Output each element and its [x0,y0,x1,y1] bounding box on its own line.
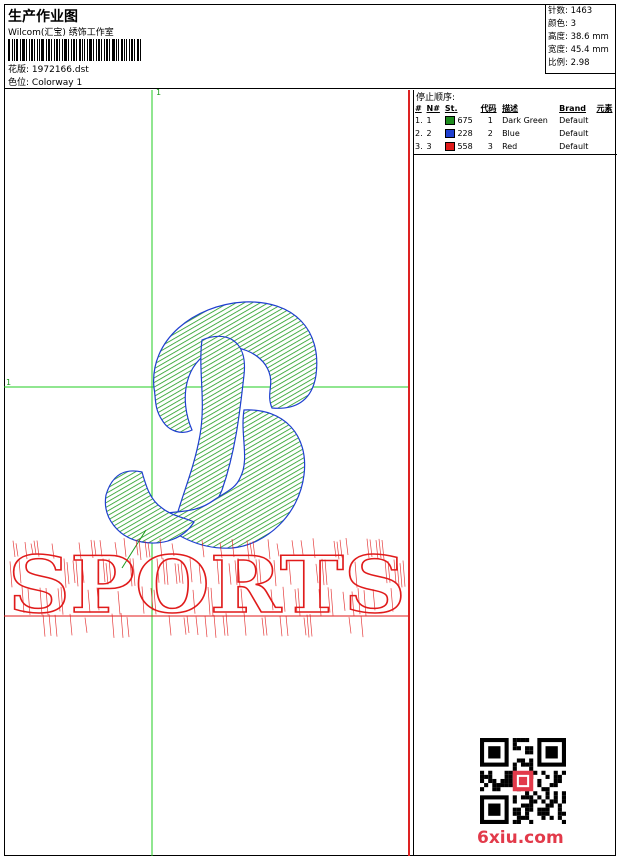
page-title: 生产作业图 [8,9,78,25]
design-preview: SPORTS 1 1 [4,88,410,856]
height-stat: 高度: 38.6 mm [548,32,609,42]
colors-stat: 颜色: 3 [548,19,576,29]
table-row: 3. 3 558 3 Red Default [415,142,589,151]
col-header: 代码 [480,103,497,113]
barcode [8,39,148,61]
colors-value: 3 [570,19,576,29]
panel-divider [414,154,617,155]
design-file-value: 1972166.dst [31,65,89,75]
colorway-value: Colorway 1 [31,78,83,88]
design-edge-line [408,90,410,856]
col-header: N# [426,103,440,113]
sports-text: SPORTS [8,540,406,631]
letter-b-embroidery [104,301,318,569]
table-header-row: # N# St. 代码 描述 Brand 元素 [414,102,617,114]
embroidery-canvas: SPORTS [4,90,410,856]
width-stat: 宽度: 45.4 mm [548,45,609,55]
design-file-label: 花版: [8,65,30,75]
header: 生产作业图 Wilcom(汇宝) 绣饰工作室 花版: 1972166.dst 色… [4,4,616,89]
col-header: # [415,103,422,113]
watermark-logo: 6xiu.com [477,828,564,848]
col-header: St. [444,103,458,113]
software-subtitle: Wilcom(汇宝) 绣饰工作室 [8,28,114,38]
col-header: 元素 [596,103,613,113]
qr-code [480,738,566,824]
scale-value: 2.98 [570,58,590,68]
color-swatch [444,116,455,125]
table-row: 1. 1 675 1 Dark Green Default [415,116,589,125]
stop-sequence-table: # N# St. 代码 描述 Brand 元素 1. 1 675 1 Dark … [414,102,617,153]
stitches-stat: 针数: 1463 [548,6,593,16]
vertical-guide-label: 1 [156,88,162,97]
height-value: 38.6 mm [570,32,609,42]
col-header: 描述 [502,103,519,113]
design-file-line: 花版: 1972166.dst [8,62,89,75]
table-row: 2. 2 228 2 Blue Default [415,129,589,138]
color-swatch [444,142,455,151]
horizontal-guide-label: 1 [6,378,12,387]
sports-text-embroidery: SPORTS [7,537,407,638]
stats-box: 针数: 1463 颜色: 3 高度: 38.6 mm 宽度: 45.4 mm 比… [545,4,616,74]
width-value: 45.4 mm [570,45,609,55]
stitches-value: 1463 [570,6,593,16]
colorway-line: 色位: Colorway 1 [8,75,82,88]
col-header: Brand [559,103,587,113]
scale-stat: 比例: 2.98 [548,58,590,68]
color-swatch [444,129,455,138]
colorway-label: 色位: [8,78,30,88]
